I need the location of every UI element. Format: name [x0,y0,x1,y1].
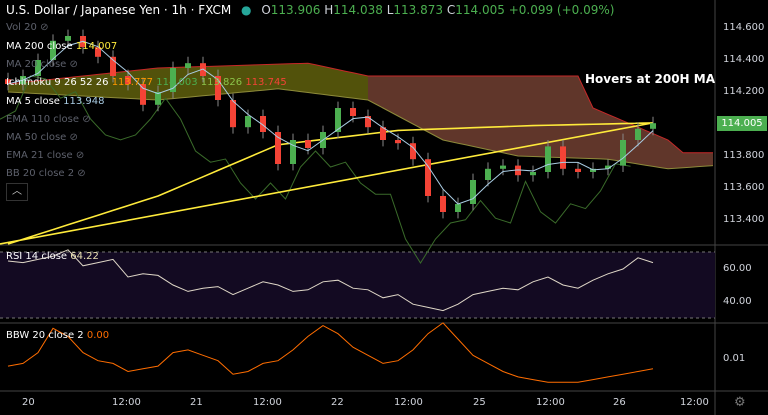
legend-bb20[interactable]: BB 20 close 2 ⊘ [6,168,86,179]
rsi-band [0,252,715,318]
legend-ma50[interactable]: MA 50 close ⊘ [6,132,78,143]
candle [185,63,191,68]
chart-annotation: Hovers at 200H MA [585,72,715,86]
time-tick: 12:00 [536,397,565,408]
price-tick: 114.400 [723,54,765,65]
candle [620,140,626,166]
ma200-line [0,122,654,245]
rsi-tick: 40.00 [723,296,752,307]
eye-hidden-icon[interactable]: ⊘ [82,114,90,125]
candle [425,159,431,196]
candle [290,140,296,164]
chart-window: U.S. Dollar / Japanese Yen · 1h · FXCM ●… [0,0,768,415]
candle [485,168,491,180]
bbw-legend[interactable]: BBW 20 close 2 0.00 [6,330,109,341]
open-label: O [261,3,271,17]
candle [455,204,461,212]
price-tick: 113.400 [723,214,765,225]
time-tick: 12:00 [112,397,141,408]
close-value: 114.005 [455,3,505,17]
close-label: C [446,3,456,17]
price-tick: 113.800 [723,150,765,161]
chart-canvas[interactable] [0,0,768,415]
time-tick: 26 [613,397,626,408]
legend-vol[interactable]: Vol 20 ⊘ [6,22,48,33]
bbw-tick: 0.01 [723,353,746,364]
legend-ema110[interactable]: EMA 110 close ⊘ [6,114,91,125]
symbol-header: U.S. Dollar / Japanese Yen · 1h · FXCM ●… [6,3,614,17]
candle [650,123,656,129]
legend-ema21[interactable]: EMA 21 close ⊘ [6,150,84,161]
legend-ma200[interactable]: MA 200 close 114.007 [6,41,117,52]
price-tick: 114.200 [723,86,765,97]
rsi-legend[interactable]: RSI 14 close 64.22 [6,251,99,262]
eye-hidden-icon[interactable]: ⊘ [40,22,48,33]
collapse-legend-button[interactable]: ︿ [6,183,28,201]
time-tick: 12:00 [253,397,282,408]
candle [440,196,446,212]
candle [245,116,251,128]
legend-ma5[interactable]: MA 5 close 113.948 [6,96,105,107]
candle [230,100,236,128]
time-tick: 20 [22,397,35,408]
open-value: 113.906 [270,3,321,17]
rsi-tick: 60.00 [723,263,752,274]
time-tick: 22 [331,397,344,408]
high-label: H [324,3,334,17]
candle [575,168,581,172]
candle [305,140,311,148]
market-status-icon: ● [241,3,252,17]
candle [560,146,566,169]
low-value: 113.873 [393,3,444,17]
legend-ma20[interactable]: MA 20 close ⊘ [6,59,78,70]
time-tick: 25 [473,397,486,408]
ichimoku-cloud-bearish [368,76,713,169]
candle [545,146,551,172]
legend-ichimoku[interactable]: Ichimoku 9 26 52 26 113.777 114.003 113.… [6,77,287,88]
candle [635,128,641,140]
candle [530,172,536,176]
time-tick: 21 [190,397,203,408]
change-value: +0.099 (+0.09%) [508,3,615,17]
symbol-title[interactable]: U.S. Dollar / Japanese Yen · 1h · FXCM [6,3,231,17]
eye-hidden-icon[interactable]: ⊘ [70,59,78,70]
eye-hidden-icon[interactable]: ⊘ [76,150,84,161]
candle [500,165,506,169]
price-tick: 113.600 [723,182,765,193]
time-tick: 12:00 [680,397,709,408]
candle [470,180,476,204]
candle [395,140,401,144]
price-tick: 114.600 [723,22,765,33]
eye-hidden-icon[interactable]: ⊘ [70,132,78,143]
high-value: 114.038 [333,3,383,17]
time-tick: 12:00 [394,397,423,408]
last-price-badge: 114.005 [717,116,767,131]
settings-gear-icon[interactable]: ⚙ [734,395,746,410]
candle [350,108,356,116]
eye-hidden-icon[interactable]: ⊘ [77,168,85,179]
